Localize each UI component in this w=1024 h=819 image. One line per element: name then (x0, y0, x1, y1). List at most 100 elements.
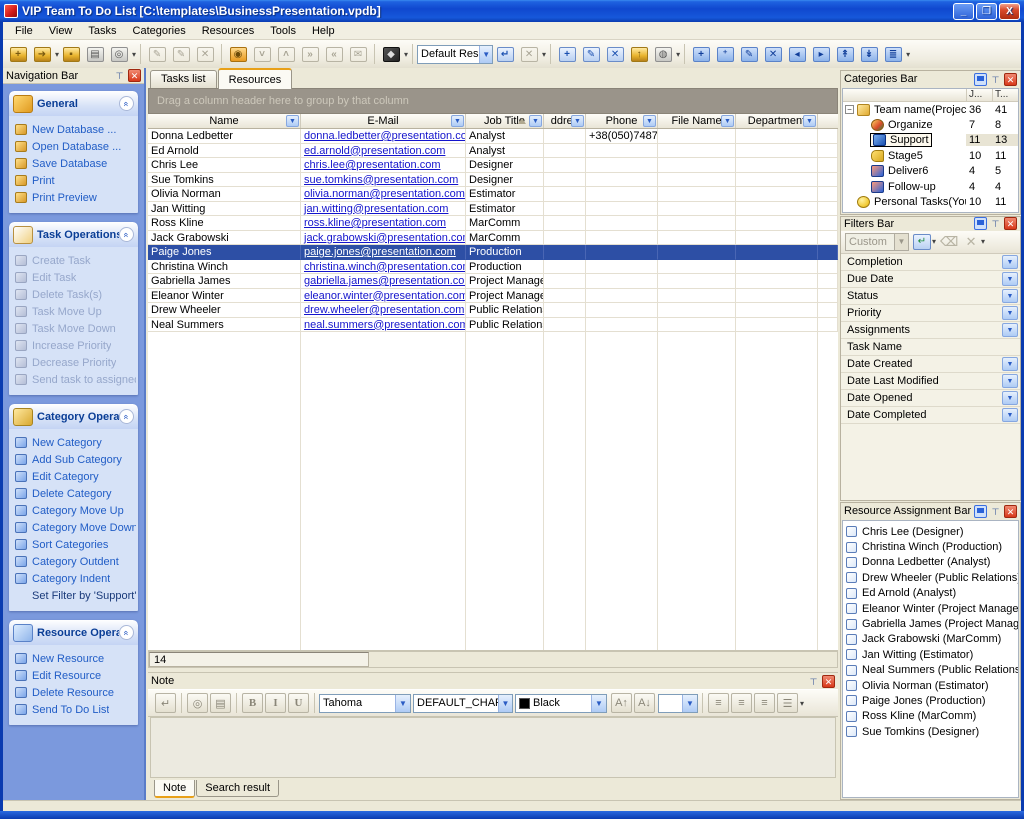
nav-group-resource-header[interactable]: Resource Operati... « (9, 620, 138, 645)
menu-item[interactable]: View (42, 23, 80, 39)
filter-dropdown-icon[interactable]: ▾ (542, 50, 546, 59)
nav-item[interactable]: Send task to assigned res... (11, 371, 136, 388)
date-opened-dropdown-icon[interactable]: ▼ (1002, 391, 1018, 405)
filter-row-date-completed[interactable]: Date Completed▼ (841, 407, 1020, 424)
resource-list-item[interactable]: Chris Lee (Designer) (843, 524, 1018, 539)
category-indent-button[interactable]: ↡ (858, 43, 880, 65)
group-by-bar[interactable]: Drag a column header here to group by th… (148, 88, 838, 114)
resource-list-item[interactable]: Paige Jones (Production) (843, 693, 1018, 708)
date-modified-dropdown-icon[interactable]: ▼ (1002, 374, 1018, 388)
shrink-font-button[interactable]: A↓ (634, 693, 655, 713)
email-filter-dropdown-icon[interactable]: ▼ (451, 115, 464, 127)
tab-search-result[interactable]: Search result (196, 780, 279, 797)
table-row[interactable]: Ed Arnold ed.arnold@presentation.com Ana… (148, 144, 838, 159)
open-database-button[interactable]: ➜ (31, 43, 53, 65)
tree-item-follow-up[interactable]: Follow-up 4 4 (843, 179, 1018, 194)
tree-item-deliver6[interactable]: Deliver6 4 5 (843, 164, 1018, 179)
category-outdent-button[interactable]: ↟ (834, 43, 856, 65)
nav-item[interactable]: Create Task (11, 252, 136, 269)
resource-list-item[interactable]: Christina Winch (Production) (843, 539, 1018, 554)
save-database-button[interactable]: ▪ (60, 43, 82, 65)
menu-item[interactable]: File (8, 23, 40, 39)
nav-item[interactable]: Delete Task(s) (11, 286, 136, 303)
email-link[interactable]: sue.tomkins@presentation.com (304, 174, 458, 186)
email-link[interactable]: gabriella.james@presentation.com (304, 275, 466, 287)
nav-item[interactable]: Print (11, 172, 136, 189)
minimize-button[interactable]: _ (953, 3, 974, 20)
table-row[interactable]: Ross Kline ross.kline@presentation.com M… (148, 216, 838, 231)
new-resource-button[interactable]: + (556, 43, 578, 65)
resource-list-item[interactable]: Ed Arnold (Analyst) (843, 586, 1018, 601)
resource-checkbox[interactable] (846, 572, 857, 583)
resource-pin-icon[interactable]: ⊤ (989, 505, 1002, 518)
font-color-dropdown-icon[interactable]: ▼ (591, 695, 606, 712)
grow-font-button[interactable]: A↑ (611, 693, 632, 713)
email-link[interactable]: jack.grabowski@presentation.com (304, 232, 466, 244)
table-row[interactable]: Chris Lee chris.lee@presentation.com Des… (148, 158, 838, 173)
navigation-pin-icon[interactable]: ⊤ (113, 69, 126, 82)
table-row[interactable]: Christina Winch christina.winch@presenta… (148, 260, 838, 275)
filters-window-icon[interactable] (974, 217, 987, 230)
filter-row-assignments[interactable]: Assignments▼ (841, 322, 1020, 339)
apply-filter-dropdown-icon[interactable]: ▾ (932, 237, 936, 246)
assignments-dropdown-icon[interactable]: ▼ (1002, 323, 1018, 337)
resource-checkbox[interactable] (846, 695, 857, 706)
note-preview-button[interactable]: ◎ (187, 693, 208, 713)
delete-resource-button[interactable]: ✕ (604, 43, 626, 65)
column-header-email[interactable]: E-Mail▼ (301, 114, 466, 128)
resource-checkbox[interactable] (846, 634, 857, 645)
phone-filter-dropdown-icon[interactable]: ▼ (643, 115, 656, 127)
date-created-dropdown-icon[interactable]: ▼ (1002, 357, 1018, 371)
apply-resource-filter-button[interactable]: ↵ (494, 43, 516, 65)
filter-row-date-opened[interactable]: Date Opened▼ (841, 390, 1020, 407)
toolbar-options-icon[interactable]: ▾ (906, 50, 910, 59)
job-filter-dropdown-icon[interactable]: ▼ (529, 115, 542, 127)
menu-item[interactable]: Help (305, 23, 342, 39)
collapse-task-icon[interactable]: « (119, 227, 134, 242)
charset-dropdown-icon[interactable]: ▼ (498, 695, 512, 712)
create-task-button[interactable]: ✎ (146, 43, 168, 65)
category-move-up-button[interactable]: ◂ (786, 43, 808, 65)
font-size-combo[interactable]: ▼ (658, 694, 698, 713)
resource-list-item[interactable]: Donna Ledbetter (Analyst) (843, 555, 1018, 570)
new-category-button[interactable]: + (690, 43, 712, 65)
send-task-button[interactable]: ✉ (347, 43, 369, 65)
clear-filters-button[interactable]: ✕ (962, 234, 980, 250)
resource-close-icon[interactable]: ✕ (1004, 505, 1017, 518)
restore-button[interactable]: ❐ (976, 3, 997, 20)
email-link[interactable]: eleanor.winter@presentation.com (304, 290, 466, 302)
open-database-dropdown-icon[interactable]: ▾ (55, 50, 59, 59)
nav-item[interactable]: Category Outdent (11, 553, 136, 570)
filter-row-completion[interactable]: Completion▼ (841, 254, 1020, 271)
column-header-file-name[interactable]: File Name▼ (658, 114, 736, 128)
column-header-name[interactable]: Name▼ (148, 114, 301, 128)
delete-task-button[interactable]: ✕ (194, 43, 216, 65)
column-header-job-title[interactable]: Job Title▼ (466, 114, 544, 128)
nav-item[interactable]: Category Move Up (11, 502, 136, 519)
table-row[interactable]: Sue Tomkins sue.tomkins@presentation.com… (148, 173, 838, 188)
address-filter-dropdown-icon[interactable]: ▼ (571, 115, 584, 127)
note-toolbar-options-icon[interactable]: ▾ (800, 699, 804, 708)
align-left-button[interactable]: ≡ (708, 693, 729, 713)
nav-item[interactable]: Open Database ... (11, 138, 136, 155)
table-row[interactable]: Jan Witting jan.witting@presentation.com… (148, 202, 838, 217)
nav-group-task-header[interactable]: Task Operations « (9, 222, 138, 247)
email-link[interactable]: donna.ledbetter@presentation.com (304, 130, 466, 142)
underline-button[interactable]: U (288, 693, 309, 713)
resource-checkbox[interactable] (846, 588, 857, 599)
resource-window-icon[interactable] (974, 505, 987, 518)
filters-pin-icon[interactable]: ⊤ (989, 217, 1002, 230)
new-database-button[interactable]: + (7, 43, 29, 65)
menu-item[interactable]: Tools (263, 23, 303, 39)
send-dropdown-icon[interactable]: ▾ (404, 50, 408, 59)
task-move-down-button[interactable]: ˅ (251, 43, 273, 65)
tab-resources[interactable]: Resources (218, 68, 293, 89)
edit-task-button[interactable]: ✎ (170, 43, 192, 65)
completion-dropdown-icon[interactable]: ▼ (1002, 255, 1018, 269)
table-row[interactable]: Eleanor Winter eleanor.winter@presentati… (148, 289, 838, 304)
resource-filter-combo[interactable]: Default Resou ▼ (417, 45, 493, 64)
menu-item[interactable]: Categories (126, 23, 193, 39)
nav-item[interactable]: Add Sub Category (11, 451, 136, 468)
task-move-up-button[interactable]: ˄ (275, 43, 297, 65)
priority-dropdown-icon[interactable]: ▼ (1002, 306, 1018, 320)
